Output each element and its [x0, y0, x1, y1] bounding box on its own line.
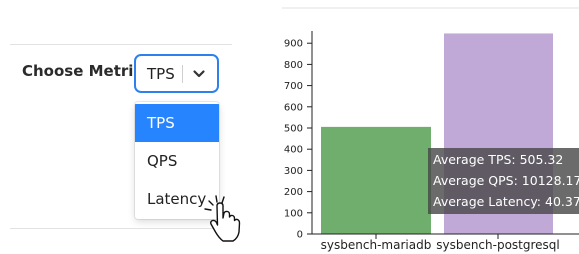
y-tick-label: 600 — [284, 102, 303, 113]
bar-chart: 0 100 200 300 400 500 600 700 800 900 sysbench-ma… — [282, 7, 579, 252]
y-tick-label: 700 — [284, 81, 303, 92]
y-tick-label: 300 — [284, 166, 303, 177]
tooltip-line: Average TPS: 505.32 — [433, 152, 563, 167]
tooltip-line: Average QPS: 10128.17 — [433, 173, 579, 188]
y-tick-label: 100 — [284, 208, 303, 219]
y-tick-label: 0 — [297, 230, 303, 241]
bar-sysbench-mariadb[interactable] — [321, 126, 431, 234]
tooltip-line: Average Latency: 40.37 — [433, 194, 579, 209]
y-tick-label: 800 — [284, 60, 303, 71]
y-tick-label: 400 — [284, 145, 303, 156]
y-tick-label: 900 — [284, 39, 303, 50]
chart-tooltip: Average TPS: 505.32 Average QPS: 10128.17… — [428, 148, 579, 214]
x-tick-label: sysbench-postgresql — [436, 238, 560, 252]
y-tick-label: 200 — [284, 187, 303, 198]
y-tick-label: 500 — [284, 124, 303, 135]
x-tick-label: sysbench-mariadb — [321, 238, 432, 252]
